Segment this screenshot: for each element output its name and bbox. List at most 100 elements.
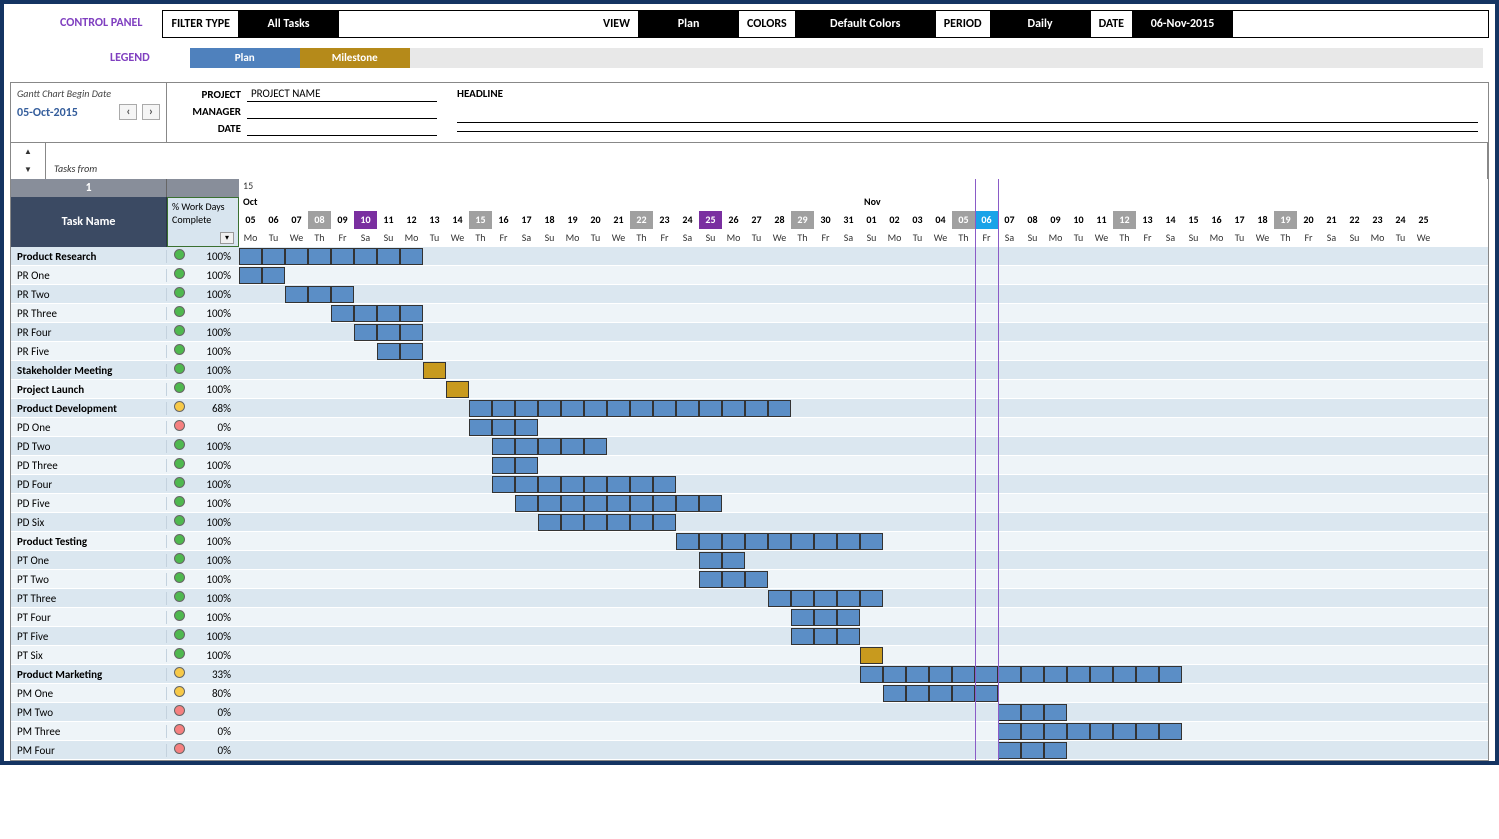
gantt-bar[interactable]	[791, 628, 860, 645]
day-cell[interactable]: 01	[860, 211, 883, 229]
day-cell[interactable]: 18	[538, 211, 561, 229]
day-cell[interactable]: 25	[1412, 211, 1435, 229]
day-cell[interactable]: 28	[768, 211, 791, 229]
task-row[interactable]: PM Three0%	[11, 722, 239, 741]
day-cell[interactable]: 09	[1044, 211, 1067, 229]
task-row[interactable]: PD Five100%	[11, 494, 239, 513]
task-row[interactable]: PM Four0%	[11, 741, 239, 760]
day-cell[interactable]: 08	[1021, 211, 1044, 229]
day-cell[interactable]: 05	[239, 211, 262, 229]
day-cell[interactable]: 19	[1274, 211, 1297, 229]
gantt-bar[interactable]	[285, 286, 354, 303]
task-row[interactable]: Stakeholder Meeting100%	[11, 361, 239, 380]
day-cell[interactable]: 17	[1228, 211, 1251, 229]
gantt-bar[interactable]	[699, 571, 768, 588]
gantt-bar[interactable]	[331, 305, 423, 322]
info-date-value[interactable]	[247, 121, 437, 136]
gantt-bar[interactable]	[699, 552, 745, 569]
next-date-button[interactable]: ›	[142, 104, 160, 120]
gantt-bar[interactable]	[492, 476, 676, 493]
gantt-bar[interactable]	[492, 457, 538, 474]
day-cell[interactable]: 03	[906, 211, 929, 229]
date-value[interactable]: 06-Nov-2015	[1132, 11, 1232, 37]
day-cell[interactable]: 18	[1251, 211, 1274, 229]
gantt-bar[interactable]	[538, 514, 676, 531]
task-row[interactable]: PR Four100%	[11, 323, 239, 342]
day-cell[interactable]: 07	[998, 211, 1021, 229]
day-cell[interactable]: 30	[814, 211, 837, 229]
colors-value[interactable]: Default Colors	[795, 11, 935, 37]
prev-date-button[interactable]: ‹	[119, 104, 137, 120]
pct-dropdown-icon[interactable]: ▾	[220, 232, 234, 244]
day-cell[interactable]: 06	[262, 211, 285, 229]
day-cell[interactable]: 16	[1205, 211, 1228, 229]
scroll-down-button[interactable]	[11, 161, 46, 179]
task-row[interactable]: PT Four100%	[11, 608, 239, 627]
task-row[interactable]: PD Three100%	[11, 456, 239, 475]
day-cell[interactable]: 25	[699, 211, 722, 229]
gantt-bar[interactable]	[423, 362, 446, 379]
task-row[interactable]: PD Four100%	[11, 475, 239, 494]
task-row[interactable]: PT One100%	[11, 551, 239, 570]
day-cell[interactable]: 09	[331, 211, 354, 229]
task-row[interactable]: PR Three100%	[11, 304, 239, 323]
task-row[interactable]: Product Research100%	[11, 247, 239, 266]
day-cell[interactable]: 23	[1366, 211, 1389, 229]
task-row[interactable]: PT Six100%	[11, 646, 239, 665]
day-cell[interactable]: 14	[446, 211, 469, 229]
day-cell[interactable]: 11	[1090, 211, 1113, 229]
day-cell[interactable]: 13	[423, 211, 446, 229]
day-cell[interactable]: 16	[492, 211, 515, 229]
task-row[interactable]: PM Two0%	[11, 703, 239, 722]
day-cell[interactable]: 12	[400, 211, 423, 229]
headline-line1[interactable]	[457, 122, 1478, 123]
task-row[interactable]: Product Development68%	[11, 399, 239, 418]
day-cell[interactable]: 17	[515, 211, 538, 229]
day-cell[interactable]: 19	[561, 211, 584, 229]
day-cell[interactable]: 15	[1182, 211, 1205, 229]
scroll-up-button[interactable]	[11, 143, 46, 161]
task-row[interactable]: Product Testing100%	[11, 532, 239, 551]
task-row[interactable]: PT Three100%	[11, 589, 239, 608]
day-cell[interactable]: 29	[791, 211, 814, 229]
task-row[interactable]: PR One100%	[11, 266, 239, 285]
task-row[interactable]: PR Five100%	[11, 342, 239, 361]
day-cell[interactable]: 27	[745, 211, 768, 229]
task-row[interactable]: PM One80%	[11, 684, 239, 703]
day-cell[interactable]: 22	[1343, 211, 1366, 229]
gantt-bar[interactable]	[239, 267, 285, 284]
day-cell[interactable]: 06	[975, 211, 998, 229]
day-cell[interactable]: 12	[1113, 211, 1136, 229]
task-row[interactable]: PD Two100%	[11, 437, 239, 456]
gantt-bar[interactable]	[377, 343, 423, 360]
day-cell[interactable]: 10	[354, 211, 377, 229]
task-row[interactable]: PT Five100%	[11, 627, 239, 646]
gantt-bar[interactable]	[239, 248, 423, 265]
task-row[interactable]: PD Six100%	[11, 513, 239, 532]
headline-line2[interactable]	[457, 131, 1478, 132]
day-cell[interactable]: 23	[653, 211, 676, 229]
day-cell[interactable]: 26	[722, 211, 745, 229]
gantt-bar[interactable]	[768, 590, 883, 607]
day-cell[interactable]: 24	[676, 211, 699, 229]
day-cell[interactable]: 11	[377, 211, 400, 229]
gantt-bar[interactable]	[676, 533, 883, 550]
day-cell[interactable]: 31	[837, 211, 860, 229]
gantt-bar[interactable]	[860, 666, 1182, 683]
day-cell[interactable]: 15	[469, 211, 492, 229]
day-cell[interactable]: 04	[929, 211, 952, 229]
project-value[interactable]: PROJECT NAME	[247, 87, 437, 102]
period-value[interactable]: Daily	[990, 11, 1090, 37]
gantt-bar[interactable]	[791, 609, 860, 626]
task-row[interactable]: PT Two100%	[11, 570, 239, 589]
task-row[interactable]: PR Two100%	[11, 285, 239, 304]
gantt-bar[interactable]	[492, 438, 607, 455]
gantt-bar[interactable]	[469, 400, 791, 417]
filter-type-value[interactable]: All Tasks	[238, 11, 338, 37]
gantt-bar[interactable]	[998, 742, 1067, 759]
day-cell[interactable]: 21	[607, 211, 630, 229]
day-cell[interactable]: 22	[630, 211, 653, 229]
gantt-bar[interactable]	[469, 419, 538, 436]
gantt-bar[interactable]	[860, 647, 883, 664]
gantt-bar[interactable]	[446, 381, 469, 398]
